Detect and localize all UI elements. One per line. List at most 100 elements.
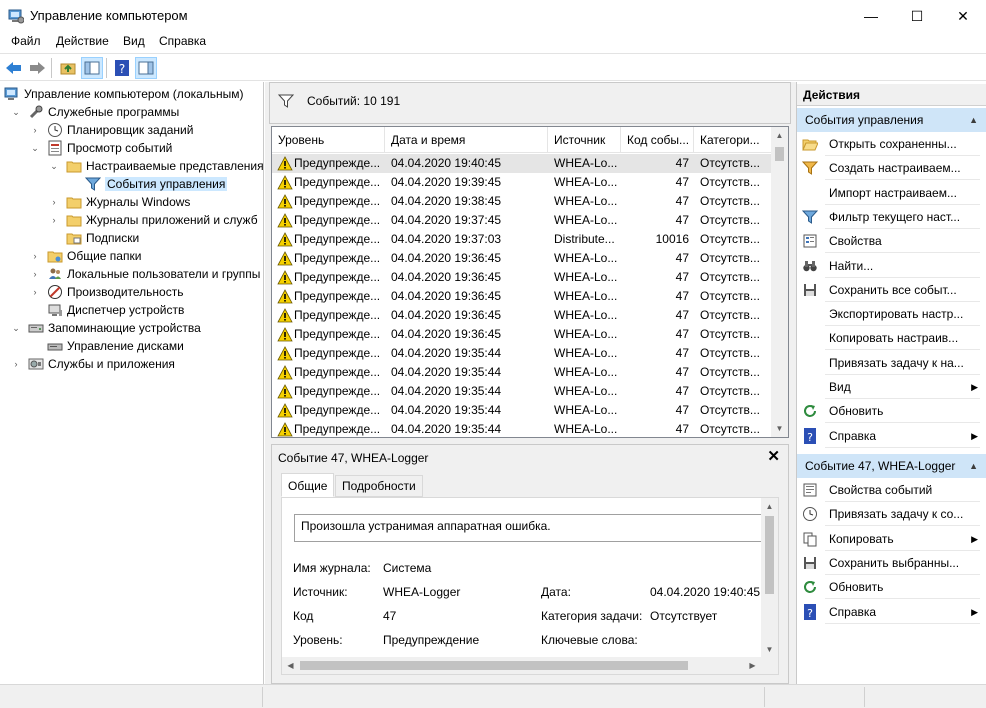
expanded-chevron-icon[interactable]: ⌄ [10, 322, 22, 334]
tree-item[interactable]: › Общие папки [29, 247, 142, 265]
tab-details[interactable]: Подробности [335, 475, 423, 497]
actions-section-custom-view[interactable]: События управления ▲ [797, 108, 986, 132]
collapse-icon[interactable]: ▲ [969, 454, 978, 478]
menu-action[interactable]: Действие [56, 34, 109, 48]
minimize-button[interactable]: — [848, 0, 894, 32]
action-item[interactable]: Копировать настраив... [797, 326, 986, 350]
tree-item[interactable]: › Журналы Windows [48, 193, 191, 211]
event-row[interactable]: Предупрежде... 04.04.2020 19:35:44 WHEA-Lo… [272, 344, 772, 363]
detail-horizontal-scrollbar[interactable]: ◀ ▶ [282, 657, 778, 674]
collapsed-chevron-icon[interactable]: › [29, 268, 41, 280]
help-button[interactable]: ? [111, 57, 133, 79]
action-item[interactable]: Сохранить все событ... [797, 278, 986, 302]
event-row[interactable]: Предупрежде... 04.04.2020 19:36:45 WHEA-Lo… [272, 325, 772, 344]
action-item[interactable]: Открыть сохраненны... [797, 132, 986, 156]
tree-item[interactable]: ⌄ Просмотр событий [29, 139, 172, 157]
action-item[interactable]: Экспортировать настр... [797, 302, 986, 326]
action-item[interactable]: Обновить [797, 399, 986, 423]
actions-section-event[interactable]: Событие 47, WHEA-Logger ▲ [797, 454, 986, 478]
close-detail-button[interactable]: ✕ [767, 447, 780, 465]
event-row[interactable]: Предупрежде... 04.04.2020 19:36:45 WHEA-Lo… [272, 287, 772, 306]
detail-scroll-left-arrow[interactable]: ◀ [282, 657, 299, 674]
action-item[interactable]: Импорт настраиваем... [797, 181, 986, 205]
tree-item[interactable]: События управления [67, 175, 228, 193]
event-row[interactable]: Предупрежде... 04.04.2020 19:38:45 WHEA-Lo… [272, 192, 772, 211]
expanded-chevron-icon[interactable]: ⌄ [29, 142, 41, 154]
detail-vertical-scrollbar[interactable]: ▲ ▼ [761, 498, 778, 658]
forward-button[interactable] [26, 57, 48, 79]
event-row[interactable]: Предупрежде... 04.04.2020 19:36:45 WHEA-Lo… [272, 249, 772, 268]
tree-item[interactable]: › Производительность [29, 283, 183, 301]
event-row[interactable]: Предупрежде... 04.04.2020 19:40:45 WHEA-Lo… [272, 154, 772, 173]
detail-hscroll-thumb[interactable] [300, 661, 688, 670]
column-datetime[interactable]: Дата и время [385, 127, 548, 153]
tree-item[interactable]: › Службы и приложения [10, 355, 175, 373]
tree-item[interactable]: Диспетчер устройств [29, 301, 184, 319]
column-event-id[interactable]: Код собы... [621, 127, 694, 153]
tree-item[interactable]: Управление дисками [29, 337, 184, 355]
action-item[interactable]: Копировать ▶ [797, 527, 986, 551]
show-hide-tree-button[interactable] [81, 57, 103, 79]
scroll-up-arrow[interactable]: ▲ [771, 127, 788, 144]
scroll-thumb[interactable] [775, 147, 784, 161]
event-row[interactable]: Предупрежде... 04.04.2020 19:36:45 WHEA-Lo… [272, 306, 772, 325]
menu-help[interactable]: Справка [159, 34, 206, 48]
tree-item[interactable]: › Планировщик заданий [29, 121, 193, 139]
tree-item[interactable]: › Локальные пользователи и группы [29, 265, 261, 283]
event-row[interactable]: Предупрежде... 04.04.2020 19:35:44 WHEA-Lo… [272, 382, 772, 401]
collapse-icon[interactable]: ▲ [969, 108, 978, 132]
column-category[interactable]: Категори... [694, 127, 772, 153]
tree-item[interactable]: Подписки [48, 229, 139, 247]
collapsed-chevron-icon[interactable]: › [10, 358, 22, 370]
event-row[interactable]: Предупрежде... 04.04.2020 19:39:45 WHEA-Lo… [272, 173, 772, 192]
action-item[interactable]: ? Справка ▶ [797, 600, 986, 624]
tree-item[interactable]: ⌄ Настраиваемые представления [48, 157, 263, 175]
action-item[interactable]: Найти... [797, 254, 986, 278]
tree-item[interactable]: › Журналы приложений и служб [48, 211, 258, 229]
event-row[interactable]: Предупрежде... 04.04.2020 19:35:44 WHEA-Lo… [272, 363, 772, 382]
menu-view[interactable]: Вид [123, 34, 145, 48]
action-item[interactable]: Фильтр текущего наст... [797, 205, 986, 229]
action-item[interactable]: Привязать задачу к со... [797, 502, 986, 526]
action-item[interactable]: ? Справка ▶ [797, 424, 986, 448]
tree-item[interactable]: ⌄ Запоминающие устройства [10, 319, 201, 337]
expanded-chevron-icon[interactable]: ⌄ [48, 160, 60, 172]
event-message[interactable]: Произошла устранимая аппаратная ошибка. [294, 514, 764, 542]
collapsed-chevron-icon[interactable]: › [29, 286, 41, 298]
event-row[interactable]: Предупрежде... 04.04.2020 19:37:45 WHEA-Lo… [272, 211, 772, 230]
collapsed-chevron-icon [29, 340, 41, 352]
action-item[interactable]: Вид ▶ [797, 375, 986, 399]
event-row[interactable]: Предупрежде... 04.04.2020 19:37:03 Distrib… [272, 230, 772, 249]
show-action-pane-button[interactable] [135, 57, 157, 79]
close-window-button[interactable]: ✕ [940, 0, 986, 32]
detail-scroll-up-arrow[interactable]: ▲ [761, 498, 778, 515]
maximize-button[interactable]: ☐ [894, 0, 940, 32]
scroll-down-arrow[interactable]: ▼ [771, 420, 788, 437]
column-level[interactable]: Уровень [272, 127, 385, 153]
events-vertical-scrollbar[interactable]: ▲ ▼ [771, 127, 788, 437]
event-row[interactable]: Предупрежде... 04.04.2020 19:35:44 WHEA-Lo… [272, 420, 772, 437]
collapsed-chevron-icon[interactable]: › [48, 214, 60, 226]
collapsed-chevron-icon[interactable]: › [29, 124, 41, 136]
tree-item[interactable]: Управление компьютером (локальным) [4, 85, 244, 103]
up-folder-button[interactable] [57, 57, 79, 79]
collapsed-chevron-icon[interactable]: › [48, 196, 60, 208]
expanded-chevron-icon[interactable]: ⌄ [10, 106, 22, 118]
tab-general[interactable]: Общие [281, 473, 335, 497]
action-item[interactable]: Создать настраиваем... [797, 156, 986, 180]
action-item[interactable]: Сохранить выбранны... [797, 551, 986, 575]
action-item[interactable]: Привязать задачу к на... [797, 351, 986, 375]
collapsed-chevron-icon[interactable]: › [29, 250, 41, 262]
action-item[interactable]: Обновить [797, 575, 986, 599]
detail-scroll-right-arrow[interactable]: ▶ [744, 657, 761, 674]
column-source[interactable]: Источник [548, 127, 621, 153]
back-button[interactable] [3, 57, 25, 79]
action-item[interactable]: Свойства событий [797, 478, 986, 502]
detail-scroll-down-arrow[interactable]: ▼ [761, 641, 778, 658]
event-row[interactable]: Предупрежде... 04.04.2020 19:35:44 WHEA-Lo… [272, 401, 772, 420]
tree-item[interactable]: ⌄ Служебные программы [10, 103, 179, 121]
event-row[interactable]: Предупрежде... 04.04.2020 19:36:45 WHEA-Lo… [272, 268, 772, 287]
detail-vscroll-thumb[interactable] [765, 516, 774, 594]
action-item[interactable]: Свойства [797, 229, 986, 253]
menu-file[interactable]: Файл [11, 34, 41, 48]
